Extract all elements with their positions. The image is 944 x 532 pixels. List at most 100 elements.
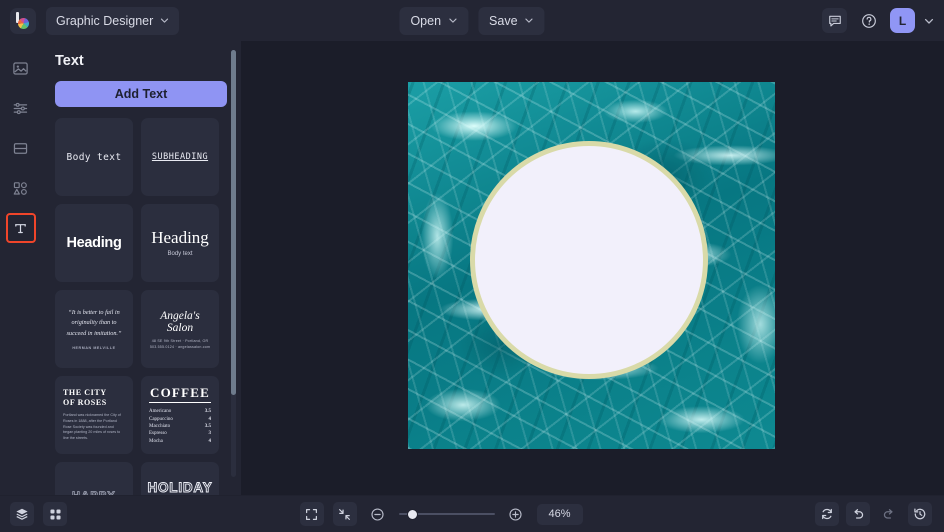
template-title: THE CITY OF ROSES xyxy=(63,388,107,408)
menu-item-price: 3 xyxy=(208,431,212,437)
list-item[interactable]: HOLIDAY SALE 20% off storewide xyxy=(141,462,219,495)
app-logo[interactable] xyxy=(10,7,36,34)
template-address-line-1: 48 SE 9th Street · Portland, OR xyxy=(151,338,209,343)
panel-scrollbar[interactable] xyxy=(231,50,236,477)
zoom-level-value[interactable]: 46% xyxy=(536,503,583,525)
menu-item-name: Mocha xyxy=(149,438,163,444)
chevron-down-icon xyxy=(448,18,457,23)
template-grid: Body text SUBHEADING Heading Heading Bod… xyxy=(55,118,241,495)
template-label: Heading xyxy=(151,228,209,247)
document-name-dropdown[interactable]: Graphic Designer xyxy=(46,6,180,35)
canvas-area[interactable] xyxy=(241,41,944,495)
zoom-out-icon xyxy=(371,507,384,521)
artboard[interactable] xyxy=(408,82,775,449)
account-chevron-down-icon[interactable] xyxy=(924,16,934,26)
list-item: Espresso 3 xyxy=(149,430,211,437)
layers-icon xyxy=(16,508,28,520)
template-sublabel: Body text xyxy=(167,251,193,257)
template-label: SUBHEADING xyxy=(151,152,209,162)
template-line-1: HOLIDAY xyxy=(147,480,213,495)
list-item[interactable]: HAPPY Birthday xyxy=(55,462,133,495)
save-button-label: Save xyxy=(489,13,518,28)
list-item[interactable]: Angela's Salon 48 SE 9th Street · Portla… xyxy=(141,290,219,368)
logo-color-wheel xyxy=(17,17,29,29)
circle-shape[interactable] xyxy=(470,141,708,379)
adjust-sliders-icon xyxy=(13,102,28,114)
template-quote: “It is better to fail in originality tha… xyxy=(66,308,122,337)
sidebar-item-text[interactable] xyxy=(5,213,36,243)
history-clock-icon xyxy=(914,508,926,520)
layers-button[interactable] xyxy=(10,502,34,526)
fullscreen-icon xyxy=(306,508,317,520)
refresh-icon xyxy=(822,508,832,520)
zoom-in-button[interactable] xyxy=(504,502,528,526)
help-button[interactable] xyxy=(856,8,881,33)
template-label: Body text xyxy=(66,151,122,163)
logo-mark xyxy=(14,11,32,30)
zoom-in-icon xyxy=(509,507,522,521)
sidebar-item-layouts[interactable] xyxy=(6,133,36,163)
grid-view-button[interactable] xyxy=(43,502,67,526)
menu-item-price: 3.5 xyxy=(204,409,211,415)
template-address-line-2: 503.555.0124 · angelassalon.com xyxy=(149,344,211,349)
zoom-slider-handle[interactable] xyxy=(406,508,418,520)
list-item[interactable]: THE CITY OF ROSES Portland was nicknamed… xyxy=(55,376,133,454)
history-button[interactable] xyxy=(908,502,932,526)
top-bar-right-group: L xyxy=(822,8,934,33)
app-root: Graphic Designer Open Save L Text Add Te… xyxy=(0,0,944,532)
menu-item-name: Cappuccino xyxy=(149,416,173,422)
main-body: Text Add Text Body text SUBHEADING Headi… xyxy=(0,41,944,495)
open-button[interactable]: Open xyxy=(399,6,469,35)
list-item[interactable]: Heading xyxy=(55,204,133,282)
menu-item-name: Macchiato xyxy=(149,423,171,429)
fit-to-screen-icon xyxy=(339,508,350,520)
redo-icon xyxy=(883,509,893,519)
tool-rail xyxy=(0,41,41,495)
image-icon xyxy=(13,61,28,75)
zoom-slider[interactable] xyxy=(398,507,495,521)
list-item: Americano 3.5 xyxy=(149,408,211,415)
menu-item-price: 4 xyxy=(208,416,212,422)
sidebar-item-adjust[interactable] xyxy=(6,93,36,123)
sidebar-item-elements[interactable] xyxy=(6,173,36,203)
template-byline: HERMAN MELVILLE xyxy=(72,346,116,351)
redo-button[interactable] xyxy=(877,502,901,526)
text-panel: Text Add Text Body text SUBHEADING Headi… xyxy=(41,41,241,495)
template-title: COFFEE xyxy=(149,385,211,403)
help-circle-icon xyxy=(861,13,876,28)
text-icon xyxy=(15,223,26,233)
open-button-label: Open xyxy=(410,13,442,28)
fullscreen-button[interactable] xyxy=(299,502,324,526)
user-avatar[interactable]: L xyxy=(890,8,915,33)
top-bar: Graphic Designer Open Save L xyxy=(0,0,944,41)
fit-to-screen-button[interactable] xyxy=(332,502,357,526)
undo-button[interactable] xyxy=(846,502,870,526)
chevron-down-icon xyxy=(525,18,533,23)
menu-item-price: 4 xyxy=(208,438,212,444)
add-text-button[interactable]: Add Text xyxy=(55,81,227,107)
list-item[interactable]: COFFEE Americano 3.5 Cappuccino 4 Macchi… xyxy=(141,376,219,454)
grid-icon xyxy=(49,508,61,520)
zoom-out-button[interactable] xyxy=(366,502,390,526)
template-label: Heading xyxy=(66,235,122,251)
save-button[interactable]: Save xyxy=(478,6,545,35)
menu-item-name: Americano xyxy=(149,409,172,415)
list-item[interactable]: Heading Body text xyxy=(141,204,219,282)
file-actions-group: Open Save xyxy=(399,6,545,35)
history-controls-group xyxy=(815,502,932,526)
template-paragraph: Portland was nicknamed the City of Roses… xyxy=(63,413,121,441)
document-name-label: Graphic Designer xyxy=(56,13,154,28)
zoom-controls-group: 46% xyxy=(299,502,583,526)
template-line-1: HAPPY xyxy=(72,489,116,495)
sidebar-item-images[interactable] xyxy=(6,53,36,83)
reset-view-button[interactable] xyxy=(815,502,839,526)
template-title: Angela's Salon xyxy=(160,309,200,334)
undo-icon xyxy=(854,509,864,519)
list-item[interactable]: Body text xyxy=(55,118,133,196)
panel-scrollbar-thumb[interactable] xyxy=(231,50,236,395)
shapes-icon xyxy=(13,181,27,195)
list-item[interactable]: “It is better to fail in originality tha… xyxy=(55,290,133,368)
comments-button[interactable] xyxy=(822,8,847,33)
list-item[interactable]: SUBHEADING xyxy=(141,118,219,196)
list-item: Cappuccino 4 xyxy=(149,415,211,422)
